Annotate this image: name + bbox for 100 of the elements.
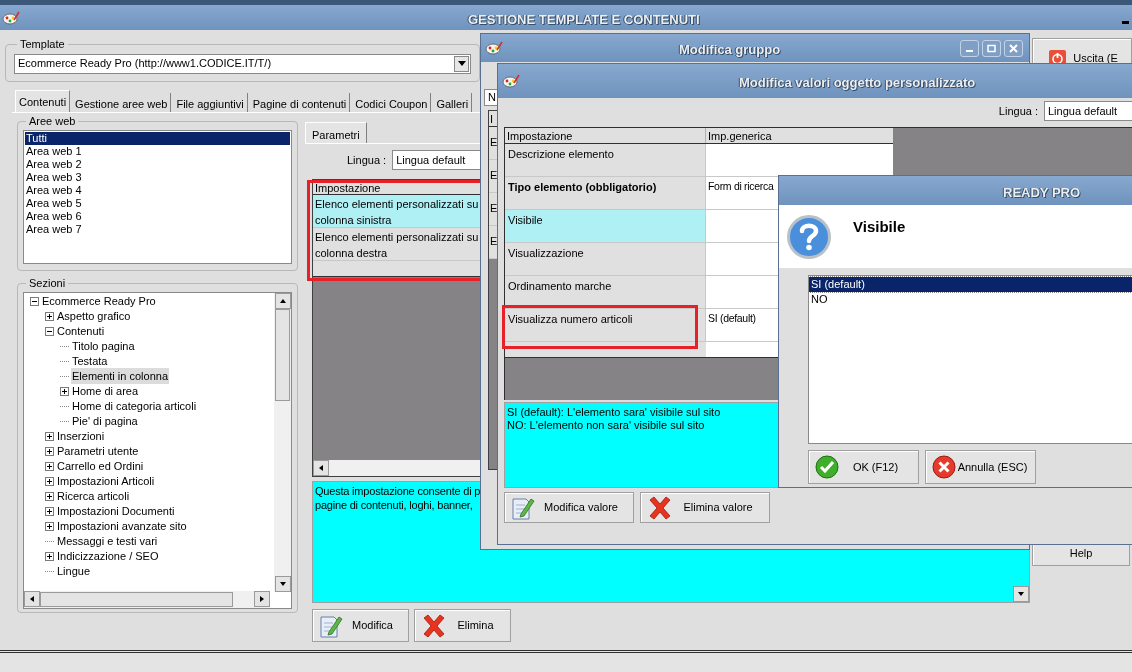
expand-toggle[interactable] (45, 311, 54, 321)
delete-button[interactable]: Elimina valore (640, 492, 770, 523)
delete-icon (421, 612, 447, 639)
delete-button[interactable]: Elimina (414, 609, 511, 642)
scroll-down-button[interactable] (1013, 586, 1029, 602)
window-title: GESTIONE TEMPLATE E CONTENUTI (468, 11, 700, 29)
horizontal-scrollbar[interactable] (313, 460, 483, 476)
expand-toggle[interactable] (45, 476, 54, 486)
list-item[interactable]: Area web 7 (25, 222, 290, 236)
tree-item[interactable]: Home di categoria articoli (71, 397, 198, 415)
tree-item[interactable]: Parametri utente (56, 442, 140, 460)
tab[interactable]: Codici Coupon (352, 93, 432, 112)
tab[interactable]: Contenuti (15, 90, 71, 112)
tree-item[interactable]: Home di area (71, 382, 140, 400)
tree-item[interactable]: Lingue (56, 562, 92, 580)
window-title: READY PRO (1003, 184, 1081, 202)
list-item[interactable]: NO (809, 292, 1132, 307)
horizontal-scrollbar[interactable] (24, 590, 270, 608)
plus-icon (46, 462, 53, 470)
expand-toggle[interactable] (45, 551, 54, 561)
scroll-up-button[interactable] (274, 292, 291, 309)
table-cell[interactable]: Ordinamento marche (505, 276, 706, 308)
expand-toggle[interactable] (45, 431, 54, 441)
tree-item[interactable]: Indicizzazione / SEO (56, 547, 160, 565)
plus-icon (46, 492, 53, 500)
tree-item[interactable]: Inserzioni (56, 427, 106, 445)
scroll-thumb[interactable] (40, 591, 233, 607)
arrow-left-icon (318, 464, 324, 472)
tree-item[interactable]: Elementi in colonna (71, 367, 169, 385)
tab[interactable]: Gestione aree web (72, 93, 172, 112)
tree-item[interactable]: Contenuti (56, 322, 106, 340)
tree-item[interactable]: Testata (71, 352, 109, 370)
edit-button[interactable]: Modifica valore (504, 492, 634, 523)
table-cell[interactable]: Visibile (505, 210, 706, 242)
expand-toggle[interactable] (45, 446, 54, 456)
table-cell[interactable] (706, 144, 893, 176)
window-title: Modifica gruppo (679, 41, 781, 59)
group-label: Sezioni (28, 276, 67, 291)
tree-item[interactable]: Messaggi e testi vari (56, 532, 159, 550)
vertical-scrollbar[interactable] (274, 292, 291, 592)
maximize-button[interactable] (982, 39, 1001, 57)
tree-item[interactable]: Carrello ed Ordini (56, 457, 145, 475)
ok-button[interactable]: OK (F12) (808, 450, 919, 484)
table-cell[interactable]: Descrizione elemento (505, 144, 706, 176)
edit-button[interactable]: Modifica (312, 609, 409, 642)
plus-icon (46, 312, 53, 320)
scroll-down-button[interactable] (274, 575, 291, 592)
list-item[interactable]: Area web 6 (25, 209, 290, 223)
expand-toggle[interactable] (45, 506, 54, 516)
plus-icon (61, 387, 68, 395)
list-item[interactable]: Area web 2 (25, 157, 290, 171)
question-icon (787, 215, 831, 259)
expand-toggle[interactable] (45, 461, 54, 471)
language-field[interactable]: Lingua default (1044, 101, 1132, 121)
expand-toggle[interactable] (45, 521, 54, 531)
tab[interactable]: File aggiuntivi (173, 93, 248, 112)
palette-icon (485, 41, 503, 55)
tab[interactable]: Pagine di contenuti (249, 93, 351, 112)
scroll-left-button[interactable] (313, 460, 329, 476)
tree-item[interactable]: Titolo pagina (71, 337, 136, 355)
list-item[interactable]: Area web 5 (25, 196, 290, 210)
tree-item[interactable]: Aspetto grafico (56, 307, 132, 325)
palette-icon (502, 74, 520, 88)
tree-item[interactable]: Impostazioni avanzate sito (56, 517, 188, 535)
cancel-button[interactable]: Annulla (ESC) (925, 450, 1036, 484)
scroll-left-button[interactable] (24, 591, 40, 607)
arrow-up-icon (278, 297, 287, 304)
list-item[interactable]: Area web 1 (25, 144, 290, 158)
scroll-right-button[interactable] (254, 591, 270, 607)
column-header: Impostazione (505, 128, 706, 143)
scroll-thumb[interactable] (275, 308, 290, 401)
tree-item[interactable]: Impostazioni Articoli (56, 472, 156, 490)
list-item[interactable]: Area web 4 (25, 183, 290, 197)
close-button[interactable] (1004, 39, 1023, 57)
table-cell[interactable]: Tipo elemento (obbligatorio) (505, 177, 706, 209)
collapse-toggle[interactable] (30, 296, 39, 306)
tree-item[interactable]: Pie' di pagina (71, 412, 139, 430)
arrow-right-icon (259, 595, 265, 603)
dialog-heading: Visibile (853, 217, 906, 237)
tab[interactable]: Galleri (433, 93, 473, 112)
list-item[interactable]: SI (default) (809, 277, 1132, 292)
tree-item[interactable]: Impostazioni Documenti (56, 502, 176, 520)
tree-item[interactable]: Ecommerce Ready Pro (41, 292, 157, 310)
template-dropdown[interactable]: Ecommerce Ready Pro (http://www1.CODICE.IT/T/) (14, 53, 471, 74)
list-item[interactable]: Tutti (25, 131, 290, 145)
minimize-button[interactable] (960, 39, 979, 57)
caret-down-icon (457, 61, 466, 66)
plus-icon (46, 477, 53, 485)
dropdown-button[interactable] (454, 55, 469, 72)
description-line: Questa impostazione consente di p (315, 484, 481, 498)
table-cell[interactable]: Visualizzazione (505, 243, 706, 275)
collapse-toggle[interactable] (45, 326, 54, 336)
group-label: Template (19, 37, 66, 52)
palette-icon (2, 10, 20, 25)
table-cell[interactable]: Visualizza numero articoli (505, 309, 706, 341)
list-item[interactable]: Area web 3 (25, 170, 290, 184)
expand-toggle[interactable] (45, 491, 54, 501)
tab[interactable]: Parametri (305, 122, 367, 143)
expand-toggle[interactable] (60, 386, 69, 396)
tree-item[interactable]: Ricerca articoli (56, 487, 131, 505)
